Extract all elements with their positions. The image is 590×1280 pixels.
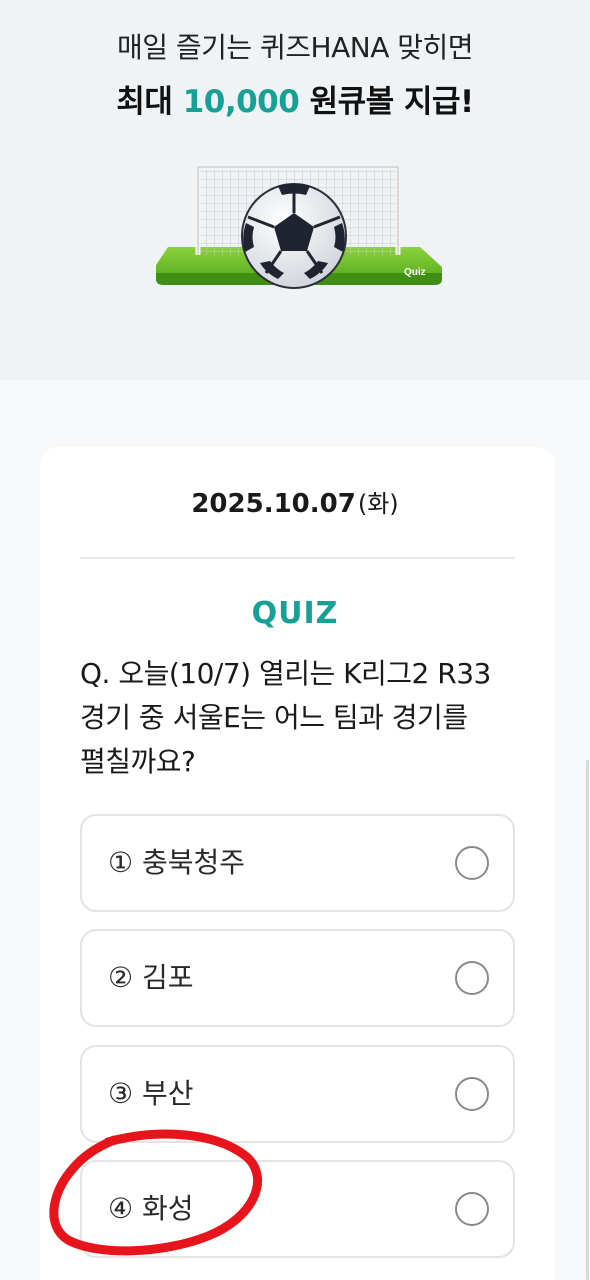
quiz-option-3[interactable]: ③ 부산 [80, 1045, 515, 1143]
option-label: ② 김포 [108, 961, 194, 994]
option-label: ① 충북청주 [108, 846, 246, 879]
banner-title: 최대 10,000 원큐볼 지급! [0, 76, 590, 121]
banner-title-prefix: 최대 [116, 84, 183, 120]
quiz-question: Q. 오늘(10/7) 열리는 K리그2 R33 경기 중 서울E는 어느 팀과… [80, 657, 491, 778]
divider [80, 557, 515, 559]
scrollbar[interactable] [586, 760, 589, 1280]
soccer-goal-ball-icon: Quiz [156, 164, 442, 289]
quiz-day-of-week: (화) [357, 490, 399, 518]
quiz-option-4[interactable]: ④ 화성 [80, 1160, 515, 1258]
quiz-illustration-label: Quiz [404, 267, 426, 278]
radio-circle-icon[interactable] [455, 846, 489, 880]
promo-banner: 매일 즐기는 퀴즈HANA 맞히면 최대 10,000 원큐볼 지급! Quiz [0, 0, 590, 380]
option-label: ③ 부산 [108, 1077, 194, 1110]
radio-circle-icon[interactable] [455, 961, 489, 995]
reward-amount: 10,000 [182, 84, 300, 120]
radio-circle-icon[interactable] [455, 1077, 489, 1111]
option-label: ④ 화성 [108, 1192, 194, 1225]
quiz-date-value: 2025.10.07 [191, 489, 356, 519]
banner-subtitle: 매일 즐기는 퀴즈HANA 맞히면 [116, 31, 474, 64]
quiz-option-1[interactable]: ① 충북청주 [80, 814, 515, 912]
banner-title-suffix: 원큐볼 지급! [299, 84, 475, 120]
radio-circle-icon[interactable] [455, 1192, 489, 1226]
quiz-title: QUIZ [251, 596, 339, 631]
quiz-date: 2025.10.07(화) [0, 484, 590, 519]
quiz-option-2[interactable]: ② 김포 [80, 929, 515, 1027]
